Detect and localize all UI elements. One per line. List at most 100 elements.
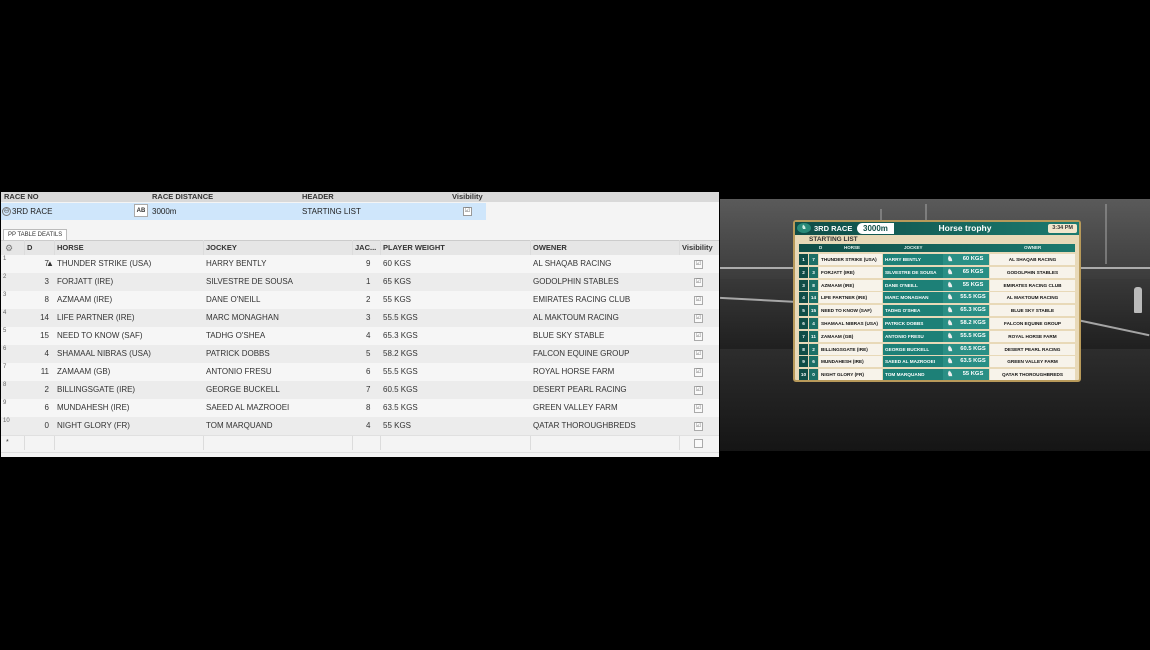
owner-cell[interactable]: QATAR THOROUGHBREDS — [533, 417, 636, 435]
jac-cell[interactable]: 5 — [366, 345, 370, 363]
owner-cell[interactable]: EMIRATES RACING CLUB — [533, 291, 630, 309]
jac-cell[interactable]: 7 — [366, 381, 370, 399]
horse-cell[interactable]: LIFE PARTNER (IRE) — [57, 309, 135, 327]
new-row[interactable]: * — [1, 434, 719, 453]
row-visibility-checkbox[interactable]: ☑ — [694, 332, 703, 341]
d-cell[interactable]: 11 — [37, 363, 49, 381]
col-d[interactable]: D — [27, 241, 32, 255]
owner-cell[interactable]: AL SHAQAB RACING — [533, 255, 611, 273]
table-row[interactable]: 2 3 FORJATT (IRE) SILVESTRE DE SOUSA 1 65 KGS… — [1, 273, 719, 292]
weight-cell[interactable]: 65.3 KGS — [383, 327, 418, 345]
weight-cell[interactable]: 58.2 KGS — [383, 345, 418, 363]
table-row[interactable]: 9 6 MUNDAHESH (IRE) SAEED AL MAZROOEI 8 63.5 … — [1, 399, 719, 418]
jac-cell[interactable]: 6 — [366, 363, 370, 381]
d-cell[interactable]: 4 — [37, 345, 49, 363]
weight-cell[interactable]: 55.5 KGS — [383, 309, 418, 327]
row-visibility-checkbox[interactable]: ☑ — [694, 314, 703, 323]
horse-cell[interactable]: BILLINGSGATE (IRE) — [57, 381, 135, 399]
weight-cell[interactable]: 55.5 KGS — [383, 363, 418, 381]
d-cell[interactable]: 2 — [37, 381, 49, 399]
weight-cell[interactable]: 60.5 KGS — [383, 381, 418, 399]
horse-cell[interactable]: SHAMAAL NIBRAS (USA) — [57, 345, 151, 363]
col-visibility[interactable]: Visibility — [452, 192, 483, 202]
jac-cell[interactable]: 9 — [366, 255, 370, 273]
jac-cell[interactable]: 4 — [366, 327, 370, 345]
race-row-selected[interactable]: ⊖ 3RD RACE 3000m STARTING LIST ☑ — [1, 203, 486, 220]
d-cell[interactable]: 3 — [37, 273, 49, 291]
row-visibility-checkbox[interactable]: ☑ — [694, 368, 703, 377]
race-visibility-checkbox[interactable]: ☑ — [463, 207, 472, 216]
jockey-cell[interactable]: TADHG O'SHEA — [206, 327, 265, 345]
text-format-button[interactable]: AB — [134, 204, 148, 217]
jac-cell[interactable]: 2 — [366, 291, 370, 309]
col-horse[interactable]: HORSE — [57, 241, 84, 255]
new-row-visibility-checkbox[interactable] — [694, 439, 703, 448]
col-player-weight[interactable]: PLAYER WEIGHT — [383, 241, 445, 255]
weight-cell[interactable]: 55 KGS — [383, 417, 411, 435]
row-visibility-checkbox[interactable]: ☑ — [694, 404, 703, 413]
owner-cell[interactable]: GREEN VALLEY FARM — [533, 399, 618, 417]
row-visibility-checkbox[interactable]: ☑ — [694, 260, 703, 269]
col-owner[interactable]: OWENER — [533, 241, 567, 255]
jockey-cell[interactable]: PATRICK DOBBS — [206, 345, 270, 363]
weight-cell[interactable]: 63.5 KGS — [383, 399, 418, 417]
horse-cell[interactable]: NEED TO KNOW (SAF) — [57, 327, 143, 345]
d-cell[interactable]: 6 — [37, 399, 49, 417]
jac-cell[interactable]: 4 — [366, 417, 370, 435]
d-cell[interactable]: 0 — [37, 417, 49, 435]
race-distance-cell[interactable]: 3000m — [152, 203, 176, 220]
graphic-weight: 58.2 KGS — [957, 318, 989, 329]
owner-cell[interactable]: ROYAL HORSE FARM — [533, 363, 614, 381]
col-header[interactable]: HEADER — [302, 192, 334, 202]
d-cell[interactable]: 8 — [37, 291, 49, 309]
table-row[interactable]: 17▲▼THUNDER STRIKE (USA)HARRY BENTLY960 … — [1, 255, 719, 286]
row-visibility-checkbox[interactable]: ☑ — [694, 386, 703, 395]
table-row[interactable]: 8 2 BILLINGSGATE (IRE) GEORGE BUCKELL 7 60.5 … — [1, 381, 719, 400]
jockey-cell[interactable]: TOM MARQUAND — [206, 417, 273, 435]
jac-cell[interactable]: 1 — [366, 273, 370, 291]
jockey-cell[interactable]: HARRY BENTLY — [206, 255, 266, 273]
weight-cell[interactable]: 60 KGS — [383, 255, 411, 273]
race-header-cell[interactable]: STARTING LIST — [302, 203, 361, 220]
owner-cell[interactable]: BLUE SKY STABLE — [533, 327, 604, 345]
weight-cell[interactable]: 65 KGS — [383, 273, 411, 291]
owner-cell[interactable]: AL MAKTOUM RACING — [533, 309, 619, 327]
owner-cell[interactable]: FALCON EQUINE GROUP — [533, 345, 629, 363]
table-row[interactable]: 4 14 LIFE PARTNER (IRE) MARC MONAGHAN 3 55.5 … — [1, 309, 719, 328]
row-visibility-checkbox[interactable]: ☑ — [694, 278, 703, 287]
row-visibility-checkbox[interactable]: ☑ — [694, 350, 703, 359]
weight-cell[interactable]: 55 KGS — [383, 291, 411, 309]
col-jockey[interactable]: JOCKEY — [206, 241, 237, 255]
table-row[interactable]: 6 4 SHAMAAL NIBRAS (USA) PATRICK DOBBS 5 58.2… — [1, 345, 719, 364]
table-row[interactable]: 7 11 ZAMAAM (GB) ANTONIO FRESU 6 55.5 KGS ROYA… — [1, 363, 719, 382]
col-grid-visibility[interactable]: Visibility — [682, 241, 713, 255]
jockey-cell[interactable]: SAEED AL MAZROOEI — [206, 399, 289, 417]
jockey-cell[interactable]: ANTONIO FRESU — [206, 363, 272, 381]
horse-cell[interactable]: NIGHT GLORY (FR) — [57, 417, 130, 435]
horse-cell[interactable]: ZAMAAM (GB) — [57, 363, 110, 381]
race-no-cell[interactable]: 3RD RACE — [12, 203, 52, 220]
jockey-cell[interactable]: DANE O'NEILL — [206, 291, 260, 309]
horse-cell[interactable]: MUNDAHESH (IRE) — [57, 399, 129, 417]
row-visibility-checkbox[interactable]: ☑ — [694, 296, 703, 305]
col-race-no[interactable]: RACE NO — [4, 192, 39, 202]
jockey-silk-icon: ♞ — [943, 254, 957, 265]
jockey-cell[interactable]: MARC MONAGHAN — [206, 309, 279, 327]
jac-cell[interactable]: 3 — [366, 309, 370, 327]
horse-cell[interactable]: AZMAAM (IRE) — [57, 291, 112, 309]
col-jac[interactable]: JAC... — [355, 241, 376, 255]
jockey-cell[interactable]: SILVESTRE DE SOUSA — [206, 273, 293, 291]
owner-cell[interactable]: DESERT PEARL RACING — [533, 381, 627, 399]
jockey-cell[interactable]: GEORGE BUCKELL — [206, 381, 280, 399]
collapse-icon[interactable]: ⊖ — [2, 207, 11, 216]
horse-cell[interactable]: THUNDER STRIKE (USA) — [57, 255, 151, 273]
table-row[interactable]: 3 8 AZMAAM (IRE) DANE O'NEILL 2 55 KGS EMIRAT… — [1, 291, 719, 310]
table-row[interactable]: 5 15 NEED TO KNOW (SAF) TADHG O'SHEA 4 65.3 K… — [1, 327, 719, 346]
horse-cell[interactable]: FORJATT (IRE) — [57, 273, 113, 291]
d-cell[interactable]: 14 — [37, 309, 49, 327]
row-visibility-checkbox[interactable]: ☑ — [694, 422, 703, 431]
jac-cell[interactable]: 8 — [366, 399, 370, 417]
col-race-distance[interactable]: RACE DISTANCE — [152, 192, 213, 202]
owner-cell[interactable]: GODOLPHIN STABLES — [533, 273, 619, 291]
d-cell[interactable]: 15 — [37, 327, 49, 345]
